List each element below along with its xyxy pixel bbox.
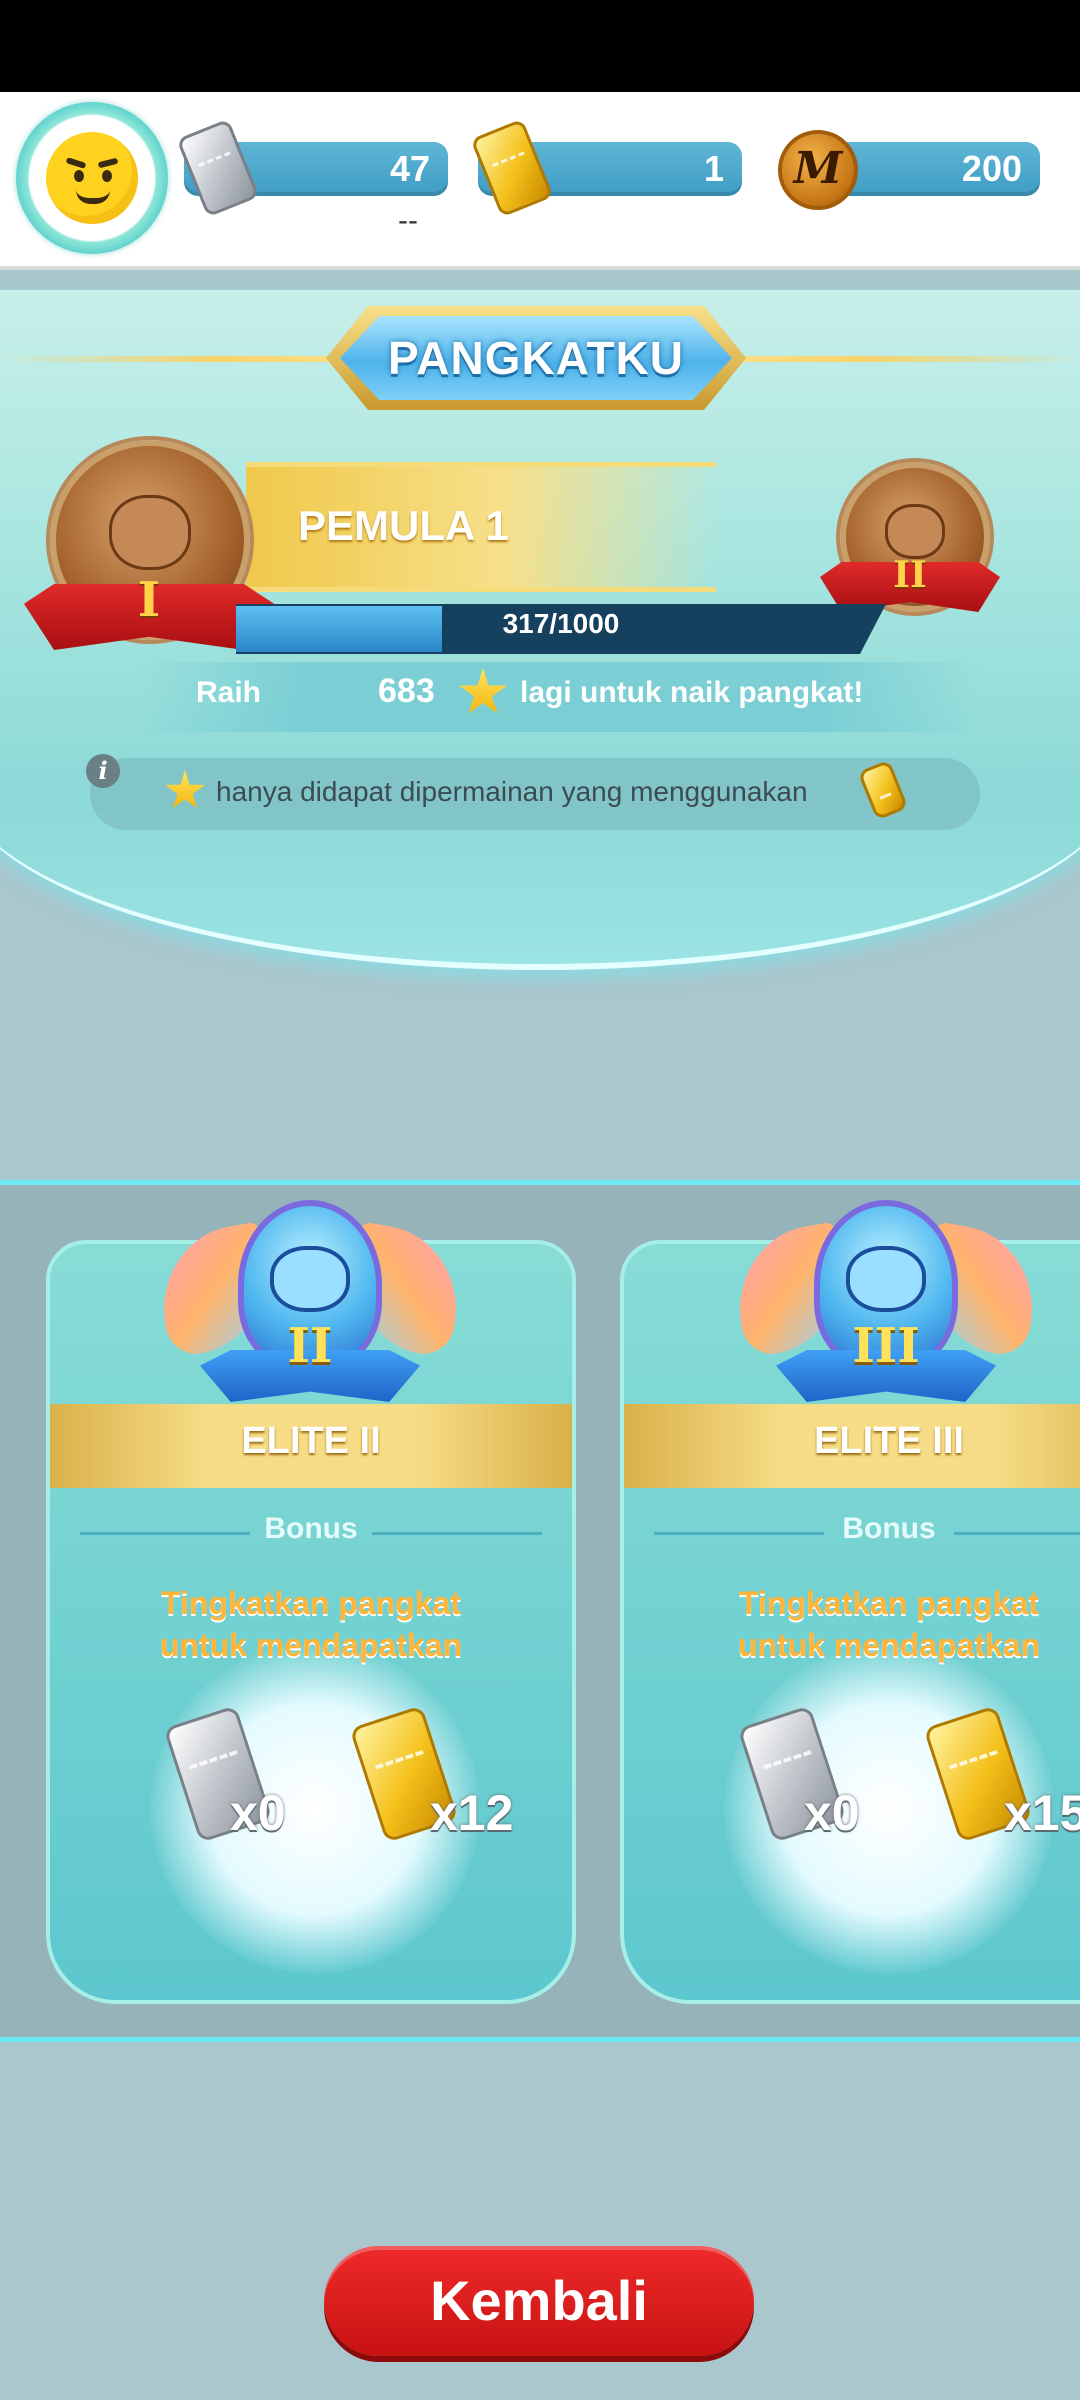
info-icon[interactable]: i <box>86 754 120 788</box>
coin-count: 200 <box>961 148 1022 189</box>
elite-3-emblem-icon: III <box>726 1200 1046 1420</box>
card-numeral: III <box>852 1318 920 1374</box>
card-description: Tingkatkan pangkat untuk mendapatkan <box>737 1585 1041 1663</box>
card-description: Tingkatkan pangkat untuk mendapatkan <box>159 1585 463 1663</box>
card-title: ELITE III <box>814 1420 964 1462</box>
reach-amount: 683 <box>378 672 435 710</box>
silver-reward-count: x0 <box>804 1785 860 1841</box>
sub-value: -- <box>398 204 418 237</box>
elite-2-emblem-icon: II <box>150 1200 470 1420</box>
gold-reward-count: x15 <box>1004 1785 1080 1841</box>
currency-header: 47 1 200 M -- <box>0 92 1080 270</box>
reach-suffix: lagi untuk naik pangkat! <box>520 676 864 709</box>
reach-label: Raih <box>196 676 262 709</box>
bonus-label: Bonus <box>842 1512 936 1545</box>
silver-reward-count: x0 <box>230 1785 286 1841</box>
avatar[interactable] <box>16 102 168 254</box>
bonus-label: Bonus <box>264 1512 358 1545</box>
gold-ticket-icon <box>470 118 554 218</box>
silver-ticket-count: 47 <box>389 148 430 189</box>
current-rank-name: PEMULA 1 <box>298 502 509 549</box>
silver-ticket-icon <box>176 118 260 218</box>
back-button[interactable]: Kembali <box>324 2246 754 2356</box>
page-title: PANGKATKU <box>340 316 732 400</box>
next-rank-numeral: II <box>893 554 927 596</box>
coin-icon: M <box>778 130 858 210</box>
card-numeral: II <box>287 1318 333 1374</box>
status-bar <box>0 0 1080 92</box>
rank-progress-text: 317/1000 <box>502 608 620 639</box>
smirk-face-icon <box>46 132 138 224</box>
card-title: ELITE II <box>241 1420 381 1462</box>
gold-reward-count: x12 <box>430 1785 514 1841</box>
gold-ticket-count: 1 <box>703 148 724 189</box>
info-text: hanya didapat dipermainan yang menggunak… <box>216 776 808 807</box>
